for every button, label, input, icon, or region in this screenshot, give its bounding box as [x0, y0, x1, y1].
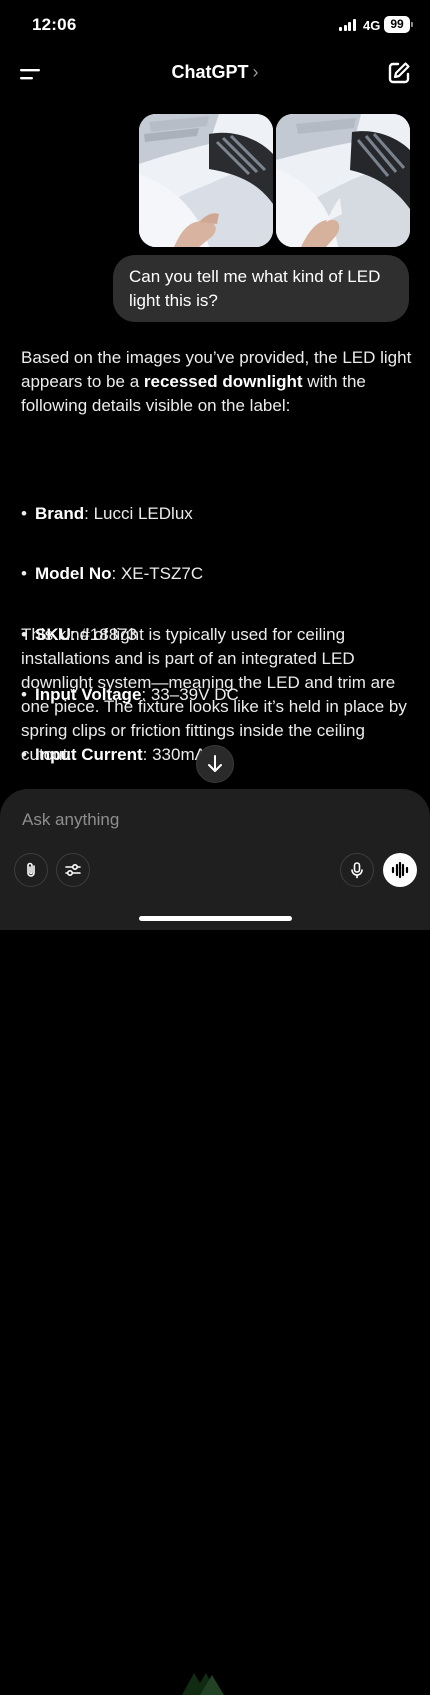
voice-mode-button[interactable]	[383, 853, 417, 887]
detail-label: Model No	[35, 564, 112, 583]
microphone-icon	[351, 862, 363, 879]
status-time: 12:06	[32, 15, 77, 34]
paperclip-icon	[27, 862, 35, 877]
app-title: ChatGPT	[171, 62, 249, 82]
voice-waveform-icon	[391, 861, 409, 879]
user-message-text: Can you tell me what kind of LED light t…	[129, 267, 381, 310]
assistant-intro: Based on the images you’ve provided, the…	[21, 346, 413, 418]
home-indicator	[139, 916, 292, 921]
uploaded-image-1[interactable]	[139, 114, 273, 247]
detail-label: Brand	[35, 504, 85, 523]
list-item: Model No: XE-TSZ7C	[21, 562, 413, 586]
detail-list: Brand: Lucci LEDlux Model No: XE-TSZ7C S…	[21, 418, 413, 767]
tools-button[interactable]	[56, 853, 90, 887]
arrow-down-icon	[208, 755, 222, 772]
attach-button[interactable]	[14, 853, 48, 887]
assistant-message: Based on the images you’ve provided, the…	[21, 346, 413, 767]
cellular-signal-icon	[339, 19, 356, 31]
sliders-icon	[65, 863, 81, 877]
watermark-logo	[182, 1673, 224, 1695]
battery-icon: 99	[384, 16, 413, 33]
compose-icon[interactable]	[386, 60, 412, 86]
status-bar: 12:06 4G 99	[0, 0, 430, 50]
dictate-button[interactable]	[340, 853, 374, 887]
scroll-down-button[interactable]	[196, 745, 234, 783]
list-item: Brand: Lucci LEDlux	[21, 502, 413, 526]
model-selector[interactable]: ChatGPT ›	[0, 62, 430, 83]
intro-bold-text: recessed downlight	[143, 372, 303, 391]
detail-value: : Lucci LEDlux	[84, 504, 193, 523]
user-message-bubble: Can you tell me what kind of LED light t…	[113, 255, 409, 322]
detail-value: : XE-TSZ7C	[111, 564, 204, 583]
composer: Ask anything	[0, 789, 430, 1695]
chevron-right-icon: ›	[252, 62, 259, 82]
message-input[interactable]: Ask anything	[22, 810, 119, 830]
network-type: 4G	[363, 18, 381, 33]
uploaded-image-2[interactable]	[276, 114, 410, 247]
chat-header: ChatGPT ›	[0, 52, 430, 96]
